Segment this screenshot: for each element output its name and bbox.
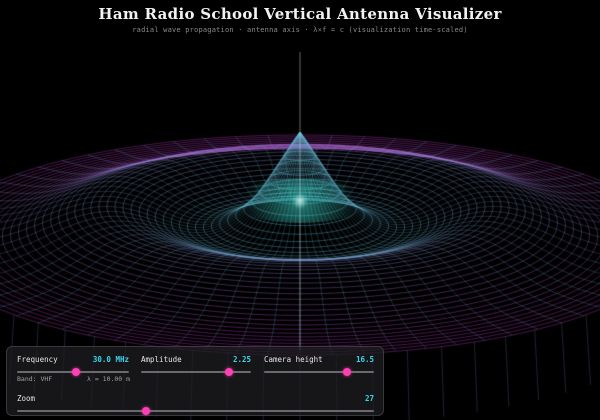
camera-height-label: Camera height — [264, 355, 323, 364]
amplitude-label: Amplitude — [141, 355, 182, 364]
frequency-value: 30.0 MHz — [92, 355, 129, 364]
camera-height-value: 16.5 — [355, 355, 374, 364]
amplitude-slider[interactable] — [141, 368, 251, 376]
amplitude-slider-thumb[interactable] — [225, 368, 233, 376]
camera-height-slider[interactable] — [264, 368, 374, 376]
zoom-label: Zoom — [17, 394, 36, 403]
band-readout: Band: VHF — [17, 375, 53, 383]
frequency-label: Frequency — [17, 355, 58, 364]
zoom-slider-thumb[interactable] — [141, 407, 150, 415]
page-subtitle: radial wave propagation · antenna axis ·… — [132, 26, 468, 34]
amplitude-value: 2.25 — [232, 355, 251, 364]
camera-height-slider-thumb[interactable] — [342, 368, 351, 376]
control-panel: Frequency 30.0 MHz Amplitude 2.25 Camera… — [6, 346, 384, 416]
frequency-slider-thumb[interactable] — [72, 368, 81, 376]
page-title: Ham Radio School Vertical Antenna Visual… — [98, 5, 502, 23]
zoom-value: 27 — [364, 394, 374, 403]
frequency-slider[interactable] — [17, 368, 129, 376]
zoom-slider[interactable] — [17, 407, 374, 415]
wavelength-readout: λ = 10.00 m — [87, 375, 131, 383]
